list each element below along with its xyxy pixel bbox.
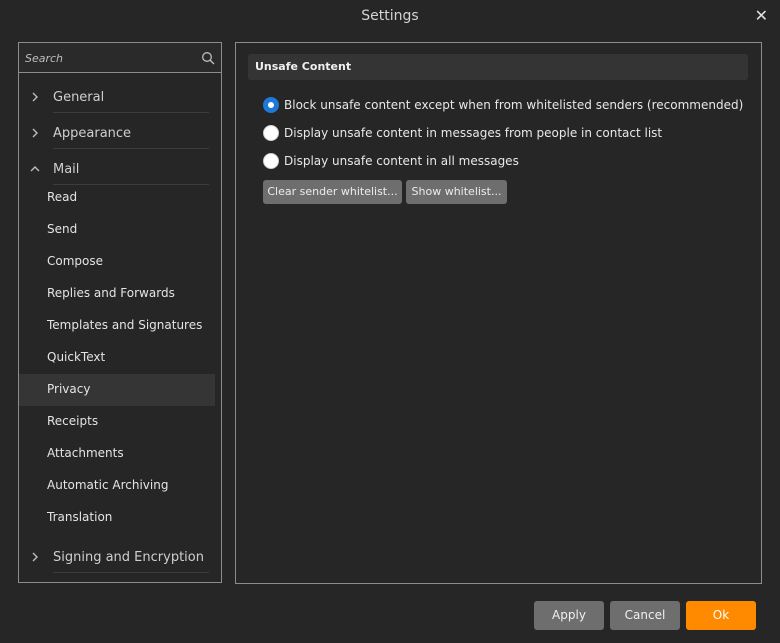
option-display-contacts[interactable]: Display unsafe content in messages from … [263, 123, 733, 143]
divider [53, 112, 209, 113]
sidebar-category-label: General [53, 90, 105, 105]
section-header: Unsafe Content [248, 54, 748, 80]
section-title: Unsafe Content [255, 60, 352, 73]
chevron-up-icon [30, 166, 40, 172]
sidebar-category-appearance[interactable]: Appearance [19, 121, 221, 151]
sidebar-item-replies-and-forwards[interactable]: Replies and Forwards [19, 278, 215, 310]
sidebar-item-read[interactable]: Read [19, 182, 215, 214]
sidebar-item-quicktext[interactable]: QuickText [19, 342, 215, 374]
sidebar-item-receipts[interactable]: Receipts [19, 406, 215, 438]
sidebar-item-attachments[interactable]: Attachments [19, 438, 215, 470]
sidebar-item-label: Translation [47, 510, 113, 524]
sidebar-item-privacy[interactable]: Privacy [19, 374, 215, 406]
title-bar: Settings ✕ [0, 0, 780, 34]
sidebar-item-label: Privacy [47, 382, 91, 396]
chevron-right-icon [32, 128, 38, 138]
chevron-right-icon [32, 92, 38, 102]
sidebar-item-label: Read [47, 190, 78, 204]
ok-button[interactable]: Ok [686, 601, 756, 630]
show-whitelist-button[interactable]: Show whitelist... [406, 180, 507, 204]
option-label: Block unsafe content except when from wh… [284, 98, 744, 112]
radio-button[interactable] [263, 153, 279, 169]
sidebar-item-label: QuickText [47, 350, 106, 364]
divider [53, 572, 209, 573]
window-title: Settings [361, 8, 419, 24]
radio-button-checked[interactable] [263, 97, 279, 113]
close-icon[interactable]: ✕ [755, 6, 768, 25]
sidebar-item-label: Attachments [47, 446, 124, 460]
apply-button[interactable]: Apply [534, 601, 604, 630]
sidebar-category-label: Signing and Encryption [53, 550, 204, 565]
sidebar-category-label: Mail [53, 162, 80, 177]
clear-whitelist-button[interactable]: Clear sender whitelist... [263, 180, 402, 204]
sidebar-item-send[interactable]: Send [19, 214, 215, 246]
sidebar-item-label: Compose [47, 254, 104, 268]
sidebar-item-translation[interactable]: Translation [19, 502, 215, 534]
sidebar-item-label: Send [47, 222, 78, 236]
sidebar-item-templates-and-signatures[interactable]: Templates and Signatures [19, 310, 215, 342]
option-label: Display unsafe content in messages from … [284, 126, 663, 140]
option-label: Display unsafe content in all messages [284, 154, 519, 168]
sidebar-category-label: Appearance [53, 126, 132, 141]
sidebar-item-label: Automatic Archiving [47, 478, 169, 492]
search-input[interactable] [25, 49, 195, 67]
search-icon[interactable] [201, 51, 215, 65]
search-box [19, 43, 221, 73]
sidebar-item-compose[interactable]: Compose [19, 246, 215, 278]
sidebar-item-label: Replies and Forwards [47, 286, 175, 300]
settings-sidebar: General Appearance Mail Read Send Compos… [18, 42, 222, 583]
cancel-button[interactable]: Cancel [610, 601, 680, 630]
sidebar-item-label: Receipts [47, 414, 99, 428]
settings-panel: Unsafe Content Block unsafe content exce… [235, 42, 762, 584]
option-block-unsafe[interactable]: Block unsafe content except when from wh… [263, 95, 743, 115]
sidebar-category-signing-and-encryption[interactable]: Signing and Encryption [19, 545, 221, 575]
sidebar-item-automatic-archiving[interactable]: Automatic Archiving [19, 470, 215, 502]
sidebar-item-label: Templates and Signatures [47, 318, 203, 332]
divider [53, 148, 209, 149]
sidebar-category-general[interactable]: General [19, 85, 221, 115]
radio-button[interactable] [263, 125, 279, 141]
chevron-right-icon [32, 552, 38, 562]
option-display-all[interactable]: Display unsafe content in all messages [263, 151, 733, 171]
